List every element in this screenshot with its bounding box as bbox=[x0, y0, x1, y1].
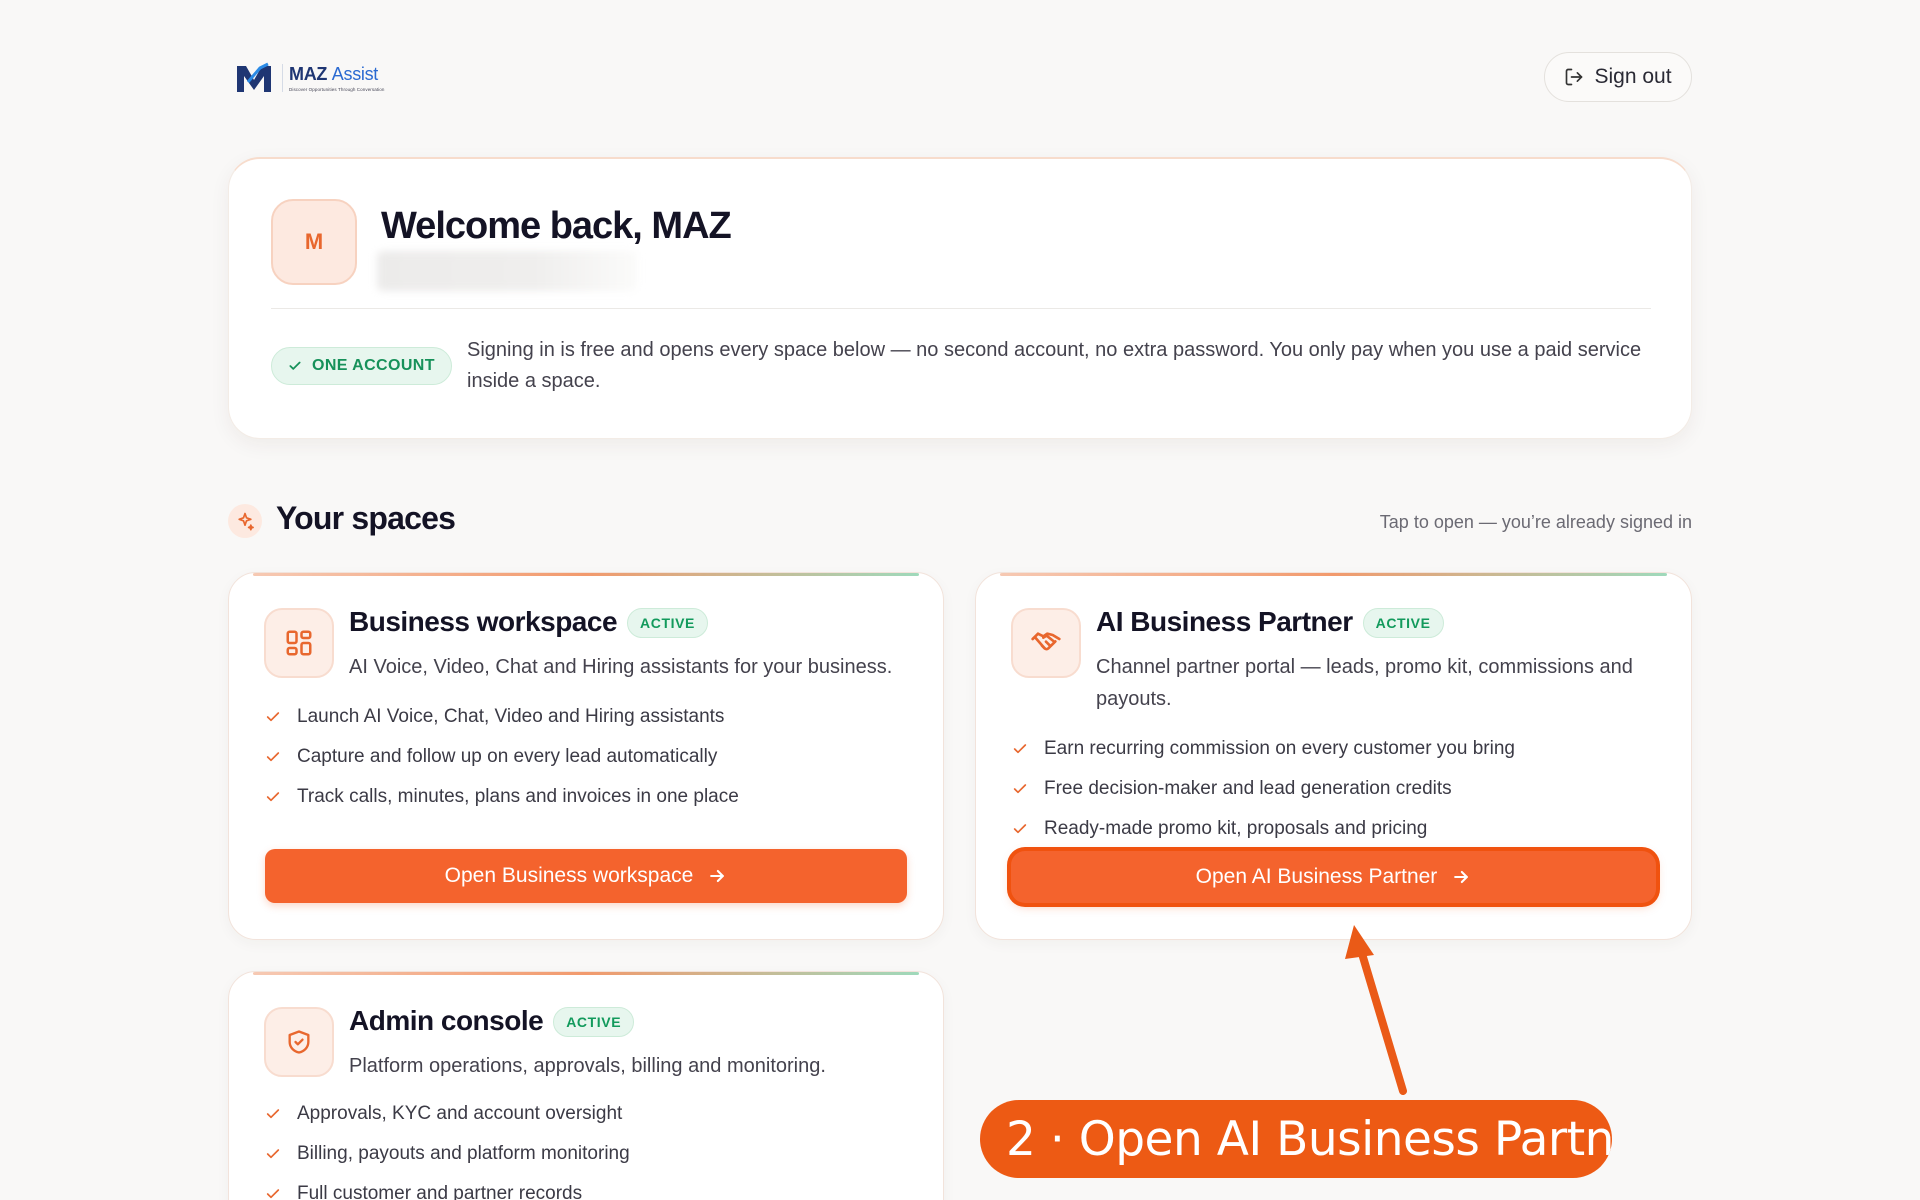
feature-text: Billing, payouts and platform monitoring bbox=[297, 1143, 630, 1164]
spaces-hint: Tap to open — you’re already signed in bbox=[1379, 512, 1692, 532]
logo-tagline: Discover Opportunities Through Conversat… bbox=[289, 87, 385, 92]
feature-text: Track calls, minutes, plans and invoices… bbox=[297, 786, 739, 807]
space-card-ai-business-partner: AI Business Partner ACTIVE Channel partn… bbox=[975, 572, 1692, 940]
check-icon bbox=[266, 1109, 280, 1119]
card-description: Platform operations, approvals, billing … bbox=[349, 1055, 826, 1077]
list-item: Full customer and partner records bbox=[265, 1174, 630, 1200]
list-item: Billing, payouts and platform monitoring bbox=[265, 1134, 630, 1174]
welcome-card: M Welcome back, MAZ ONE ACCOUNT Signing … bbox=[228, 157, 1692, 439]
check-icon bbox=[266, 752, 280, 762]
list-item: Earn recurring commission on every custo… bbox=[1012, 729, 1515, 769]
status-badge: ACTIVE bbox=[1362, 608, 1444, 638]
one-account-badge: ONE ACCOUNT bbox=[271, 347, 452, 385]
feature-text: Ready-made promo kit, proposals and pric… bbox=[1044, 818, 1428, 839]
logo-text: MAZ Assist Discover Opportunities Throug… bbox=[282, 64, 385, 92]
feature-text: Capture and follow up on every lead auto… bbox=[297, 746, 718, 767]
card-title: AI Business Partner bbox=[1096, 606, 1353, 637]
list-item: Track calls, minutes, plans and invoices… bbox=[265, 777, 739, 817]
step-callout: 2 · Open AI Business Partner bbox=[980, 1100, 1612, 1178]
list-item: Free decision-maker and lead generation … bbox=[1012, 769, 1515, 809]
sign-out-label: Sign out bbox=[1594, 65, 1672, 88]
button-label: Open Business workspace bbox=[444, 864, 694, 887]
list-item: Launch AI Voice, Chat, Video and Hiring … bbox=[265, 697, 739, 737]
shield-check-icon bbox=[264, 1007, 334, 1077]
avatar: M bbox=[271, 199, 357, 285]
card-description: Channel partner portal — leads, promo ki… bbox=[1096, 651, 1633, 715]
card-title: Business workspace bbox=[349, 606, 618, 637]
list-item: Capture and follow up on every lead auto… bbox=[265, 737, 739, 777]
feature-text: Full customer and partner records bbox=[297, 1183, 583, 1200]
check-icon bbox=[1013, 784, 1027, 794]
open-business-workspace-button[interactable]: Open Business workspace bbox=[265, 849, 907, 903]
open-ai-business-partner-button[interactable]: Open AI Business Partner bbox=[1011, 851, 1656, 903]
list-item: Approvals, KYC and account oversight bbox=[265, 1094, 630, 1134]
button-label: Open AI Business Partner bbox=[1195, 865, 1438, 888]
feature-text: Launch AI Voice, Chat, Video and Hiring … bbox=[297, 706, 725, 727]
callout-text: 2 · Open AI Business Partner bbox=[1006, 1111, 1612, 1167]
list-item: Ready-made promo kit, proposals and pric… bbox=[1012, 809, 1515, 849]
check-icon bbox=[266, 1149, 280, 1159]
check-icon bbox=[266, 712, 280, 722]
top-header: MAZ Assist Discover Opportunities Throug… bbox=[228, 50, 1692, 108]
check-icon bbox=[1013, 744, 1027, 754]
arrow-right-icon bbox=[1454, 870, 1469, 884]
check-icon bbox=[289, 361, 301, 370]
grid-icon bbox=[264, 608, 334, 678]
feature-text: Free decision-maker and lead generation … bbox=[1044, 778, 1452, 799]
check-icon bbox=[266, 1189, 280, 1199]
card-title: Admin console bbox=[349, 1005, 544, 1036]
feature-list: Earn recurring commission on every custo… bbox=[1012, 729, 1515, 849]
spaces-header: Your spaces Tap to open — you’re already… bbox=[228, 500, 1692, 540]
feature-text: Earn recurring commission on every custo… bbox=[1044, 738, 1515, 759]
annotation-arrow-icon bbox=[1345, 925, 1407, 1095]
logo-m-icon bbox=[237, 62, 271, 92]
sign-out-icon bbox=[1566, 68, 1583, 86]
logo-brand: MAZ bbox=[289, 64, 328, 84]
one-account-label: ONE ACCOUNT bbox=[312, 357, 435, 374]
sparkle-icon bbox=[228, 504, 262, 538]
check-icon bbox=[1013, 824, 1027, 834]
welcome-title: Welcome back, MAZ bbox=[381, 205, 732, 247]
feature-text: Approvals, KYC and account oversight bbox=[297, 1103, 623, 1124]
status-badge: ACTIVE bbox=[627, 608, 708, 638]
card-description: AI Voice, Video, Chat and Hiring assista… bbox=[349, 656, 893, 678]
check-icon bbox=[266, 792, 280, 802]
card-description-line: Channel partner portal — leads, promo ki… bbox=[1096, 656, 1633, 678]
status-badge: ACTIVE bbox=[553, 1007, 635, 1037]
card-description-line: payouts. bbox=[1096, 688, 1172, 710]
spaces-title: Your spaces bbox=[276, 500, 456, 536]
space-card-business-workspace: Business workspace ACTIVE AI Voice, Vide… bbox=[228, 572, 944, 940]
redacted-email bbox=[377, 251, 637, 291]
logo-brand-suffix: Assist bbox=[331, 64, 379, 84]
arrow-right-icon bbox=[710, 869, 725, 883]
divider bbox=[271, 308, 1651, 309]
sign-out-button[interactable]: Sign out bbox=[1544, 52, 1692, 102]
welcome-note: Signing in is free and opens every space… bbox=[467, 339, 1642, 392]
space-card-admin-console: Admin console ACTIVE Platform operations… bbox=[228, 971, 944, 1200]
feature-list: Approvals, KYC and account oversight Bil… bbox=[265, 1094, 630, 1200]
feature-list: Launch AI Voice, Chat, Video and Hiring … bbox=[265, 697, 739, 817]
maz-assist-logo[interactable]: MAZ Assist Discover Opportunities Throug… bbox=[234, 60, 385, 96]
handshake-icon bbox=[1011, 608, 1081, 678]
